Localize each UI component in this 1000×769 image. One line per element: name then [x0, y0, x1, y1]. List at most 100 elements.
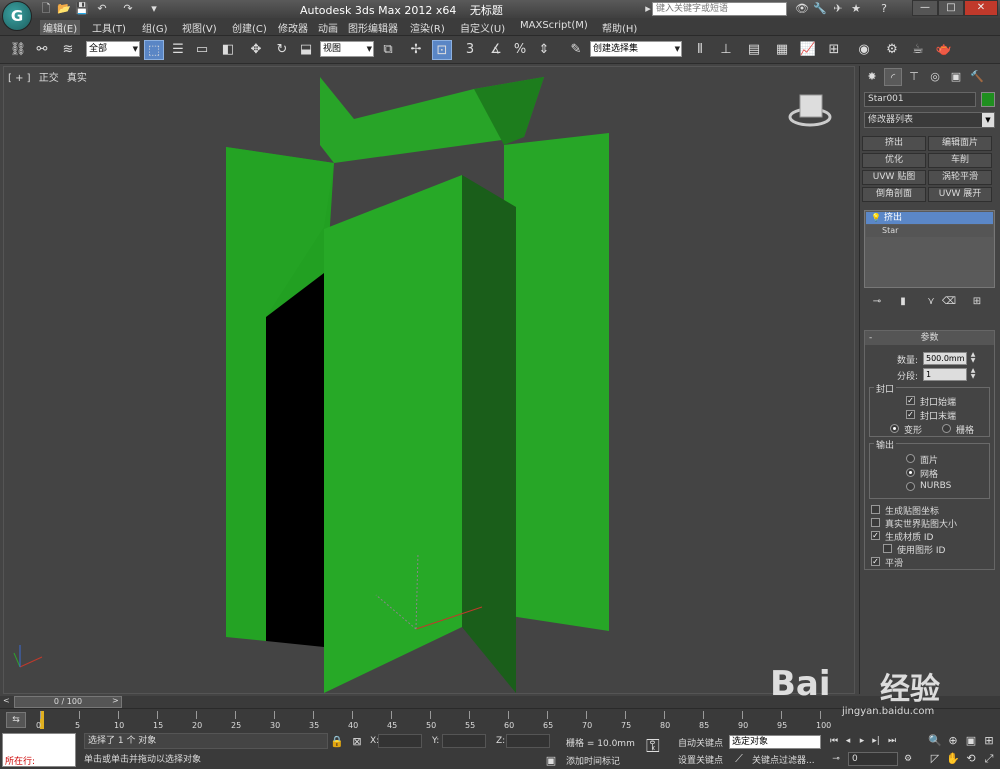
modify-tab-icon[interactable]: ◜ [884, 68, 902, 86]
utilities-tab-icon[interactable]: 🔨 [968, 68, 986, 86]
material-editor-icon[interactable]: ◉ [854, 40, 874, 60]
binoculars-icon[interactable]: 👁 [794, 1, 810, 17]
rectangular-selection-icon[interactable]: ▭ [192, 40, 212, 60]
render-production-icon[interactable]: 🫖 [934, 40, 954, 60]
pin-stack-icon[interactable]: ⊸ [868, 294, 886, 310]
smooth-checkbox[interactable]: ✓ [871, 557, 880, 566]
bind-to-space-warp-icon[interactable]: ≋ [58, 40, 78, 60]
hierarchy-tab-icon[interactable]: ⊤ [905, 68, 923, 86]
previous-frame-icon[interactable]: ◂ [842, 735, 854, 748]
maxscript-listener[interactable]: 所在行: [2, 733, 76, 767]
next-frame-icon[interactable]: ▸| [870, 735, 882, 748]
menu-views[interactable]: 视图(V) [182, 20, 217, 35]
current-frame-field[interactable]: 0 [848, 752, 898, 766]
zoom-extents-all-icon[interactable]: ⊞ [982, 734, 996, 748]
go-to-end-icon[interactable]: ⏭ [886, 735, 898, 748]
collapse-icon[interactable]: - [869, 331, 872, 345]
unlink-selection-icon[interactable]: ⚯ [32, 40, 52, 60]
stack-item-star[interactable]: Star [866, 225, 993, 237]
object-color-swatch[interactable] [981, 92, 995, 107]
menu-animation[interactable]: 动画 [318, 20, 338, 35]
mod-button-extrude[interactable]: 挤出 [862, 136, 926, 151]
remove-modifier-icon[interactable]: ⌫ [940, 294, 958, 310]
menu-group[interactable]: 组(G) [142, 20, 168, 35]
set-key-button[interactable]: 设置关键点 [678, 753, 723, 766]
viewcube-icon[interactable] [799, 94, 823, 118]
layer-manager-icon[interactable]: ▤ [744, 40, 764, 60]
time-configuration-icon[interactable]: ⚙ [902, 753, 914, 766]
select-and-move-icon[interactable]: ✥ [246, 40, 266, 60]
grid-radio[interactable] [942, 424, 951, 433]
display-tab-icon[interactable]: ▣ [947, 68, 965, 86]
y-coordinate-field[interactable] [442, 734, 486, 748]
motion-tab-icon[interactable]: ◎ [926, 68, 944, 86]
subscription-icon[interactable]: 🔧 [812, 1, 828, 17]
maximize-viewport-icon[interactable]: ⤢ [982, 752, 996, 766]
align-icon[interactable]: ⊥ [716, 40, 736, 60]
segments-spinner[interactable]: 1 [923, 368, 967, 381]
menu-help[interactable]: 帮助(H) [602, 20, 637, 35]
spinner-snap-icon[interactable]: ⇕ [534, 40, 554, 60]
nurbs-radio[interactable] [906, 482, 915, 491]
reference-coordinate-dropdown[interactable]: 视图 [320, 41, 374, 57]
menu-edit[interactable]: 编辑(E) [40, 20, 81, 35]
object-name-field[interactable]: Star001 [864, 92, 976, 107]
key-filters-button[interactable]: 关键点过滤器... [752, 753, 815, 766]
graphite-tools-icon[interactable]: ▦ [772, 40, 792, 60]
key-icon[interactable]: ⚿ [646, 736, 660, 757]
chevron-down-icon[interactable]: ▼ [982, 113, 994, 127]
window-crossing-icon[interactable]: ◧ [218, 40, 238, 60]
snaps-toggle-icon[interactable]: 3 [460, 40, 480, 60]
favorites-star-icon[interactable]: ★ [848, 1, 864, 17]
angle-snap-icon[interactable]: ∡ [486, 40, 506, 60]
use-shape-ids-checkbox[interactable] [883, 544, 892, 553]
curve-editor-icon[interactable]: 📈 [798, 40, 818, 60]
lightbulb-icon[interactable]: 💡 [871, 212, 881, 224]
cap-end-checkbox[interactable]: ✓ [906, 410, 915, 419]
mesh-radio[interactable] [906, 468, 915, 477]
mod-button-uvw-map[interactable]: UVW 贴图 [862, 170, 926, 185]
go-to-start-icon[interactable]: ⏮ [828, 735, 840, 748]
rollout-header[interactable]: - 参数 [865, 331, 994, 345]
schematic-view-icon[interactable]: ⊞ [824, 40, 844, 60]
mod-button-edit-patch[interactable]: 编辑面片 [928, 136, 992, 151]
mod-button-bevel-profile[interactable]: 倒角剖面 [862, 187, 926, 202]
amount-spinner-arrows-icon[interactable]: ▲ ▼ [969, 352, 977, 365]
mod-button-optimize[interactable]: 优化 [862, 153, 926, 168]
redo-icon[interactable]: ↷ [120, 1, 136, 17]
select-and-rotate-icon[interactable]: ↻ [272, 40, 292, 60]
x-coordinate-field[interactable] [378, 734, 422, 748]
select-and-scale-icon[interactable]: ⬓ [296, 40, 316, 60]
maximize-button[interactable]: □ [938, 0, 964, 16]
configure-sets-icon[interactable]: ⊞ [968, 294, 986, 310]
set-key-curve-icon[interactable]: ⟋ [732, 752, 746, 766]
mod-button-lathe[interactable]: 车削 [928, 153, 992, 168]
morph-radio[interactable] [890, 424, 899, 433]
menu-customize[interactable]: 自定义(U) [460, 20, 505, 35]
z-coordinate-field[interactable] [506, 734, 550, 748]
mini-curve-editor-icon[interactable]: ⇆ [6, 712, 26, 728]
select-and-link-icon[interactable]: ⛓ [8, 40, 28, 60]
close-button[interactable]: ✕ [964, 0, 998, 16]
zoom-all-icon[interactable]: ⊕ [946, 734, 960, 748]
zoom-extents-icon[interactable]: ▣ [964, 734, 978, 748]
mirror-icon[interactable]: ⫴ [690, 40, 710, 60]
rendered-frame-window-icon[interactable]: ☕ [908, 40, 928, 60]
select-and-manipulate-icon[interactable]: ✢ [406, 40, 426, 60]
new-file-icon[interactable]: 🗋 [38, 1, 54, 17]
create-tab-icon[interactable]: ✸ [863, 68, 881, 86]
patch-radio[interactable] [906, 454, 915, 463]
lock-selection-icon[interactable]: 🔒 [330, 735, 344, 749]
menu-graph-editors[interactable]: 图形编辑器 [348, 20, 398, 35]
modifier-list-dropdown[interactable]: 修改器列表 ▼ [864, 112, 995, 128]
quick-access-dropdown-icon[interactable]: ▾ [146, 1, 162, 17]
perspective-viewport[interactable]: [ + ] 正交 真实 [3, 66, 855, 694]
time-tag-icon[interactable]: ▣ [544, 754, 558, 768]
open-file-icon[interactable]: 📂 [56, 1, 72, 17]
absolute-mode-icon[interactable]: ⊠ [350, 735, 364, 749]
frame-ruler[interactable]: 0 5 10 15 20 25 30 35 40 45 50 55 60 65 70 75 80 85 90 95 10… [36, 709, 831, 733]
menu-rendering[interactable]: 渲染(R) [410, 20, 445, 35]
make-unique-icon[interactable]: ⋎ [922, 294, 940, 310]
menu-create[interactable]: 创建(C) [232, 20, 267, 35]
segments-spinner-arrows-icon[interactable]: ▲ ▼ [969, 368, 977, 381]
